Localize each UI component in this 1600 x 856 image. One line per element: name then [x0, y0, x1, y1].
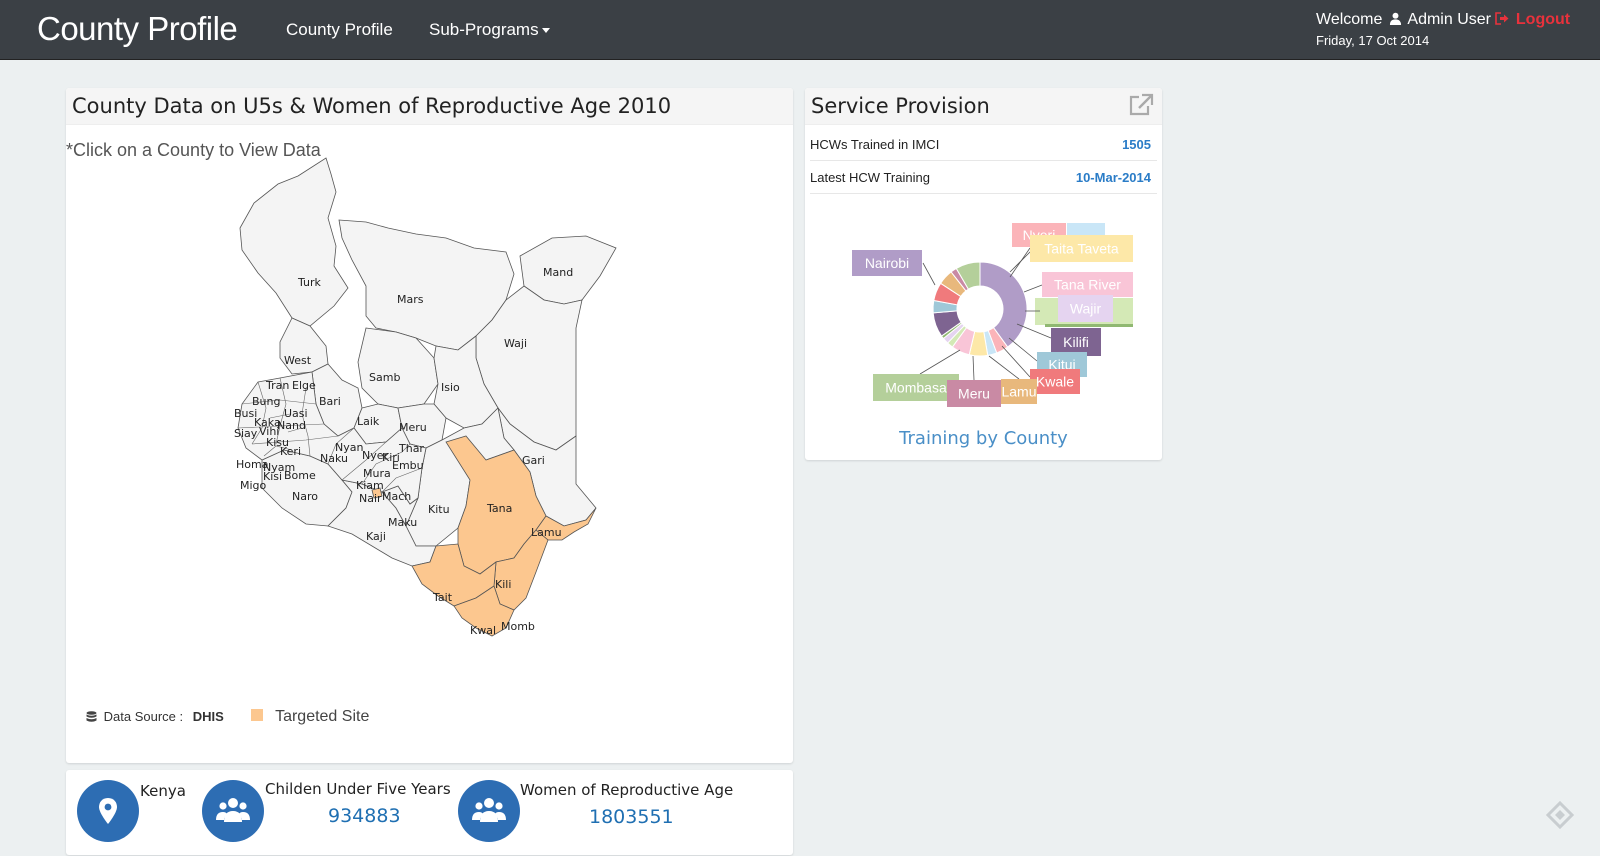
targeted-site-swatch	[251, 709, 264, 721]
county-label-meru: Meru	[399, 421, 427, 434]
county-label-embu: Embu	[392, 459, 424, 472]
county-label-waji: Waji	[504, 337, 527, 350]
county-data-panel: County Data on U5s & Women of Reproducti…	[66, 88, 793, 763]
location-badge	[77, 780, 139, 842]
county-label-siay: Siay	[234, 427, 258, 440]
county-label-migo: Migo	[240, 479, 267, 492]
group-icon	[216, 798, 250, 822]
map-marker-icon	[99, 798, 117, 824]
county-label-momb: Momb	[501, 620, 535, 633]
county-label-mand: Mand	[543, 266, 573, 279]
county-label-bari: Bari	[319, 395, 341, 408]
children-under-five-label: Childen Under Five Years	[265, 780, 451, 798]
callout-label: Wajir	[1070, 301, 1102, 317]
children-under-five-value: 934883	[328, 805, 401, 827]
targeted-site-label: Targeted Site	[275, 708, 370, 725]
user-name: Admin User	[1407, 11, 1491, 28]
population-stats-panel: Kenya Childen Under Five Years 934883 Wo…	[66, 770, 793, 855]
county-label-nand: Nand	[277, 419, 306, 432]
county-label-tran: Tran	[265, 379, 289, 392]
county-label-kaji: Kaji	[366, 530, 386, 543]
callout-backdrop-2	[1045, 324, 1133, 327]
nav-county-profile[interactable]: County Profile	[286, 20, 393, 40]
county-label-isio: Isio	[441, 381, 460, 394]
welcome-label: Welcome	[1316, 11, 1383, 28]
callout-line	[1023, 284, 1043, 293]
donut-callouts: NairobiNyeriTaita TavetaTana RiverWajirK…	[852, 223, 1133, 407]
county-label-kiam: Kiam	[356, 479, 384, 492]
location-name: Kenya	[140, 782, 186, 800]
callout-line	[1008, 337, 1038, 362]
map-legend: Data Source : DHIS Targeted Site	[86, 708, 369, 726]
county-label-mach: Mach	[382, 490, 411, 503]
callout-label: Tana River	[1054, 277, 1121, 293]
nav-sub-programs-label: Sub-Programs	[429, 20, 539, 39]
callout-line	[922, 262, 936, 286]
kenya-county-map[interactable]: TurkMarsMandWajiWestSambIsioTran ElgeBung…	[66, 88, 793, 763]
county-label-elge: Elge	[292, 379, 316, 392]
data-source-value: DHIS	[192, 709, 224, 724]
county-label-tana: Tana	[486, 502, 512, 515]
county-label-naro: Naro	[292, 490, 318, 503]
county-turkana[interactable]	[239, 157, 349, 327]
county-label-kili: Kili	[495, 578, 511, 591]
county-label-kitu: Kitu	[428, 503, 450, 516]
county-label-tait: Tait	[432, 591, 453, 604]
training-donut-chart[interactable]: NairobiNyeriTaita TavetaTana RiverWajirK…	[805, 88, 1162, 428]
callout-label: Kwale	[1036, 374, 1074, 390]
logout-icon[interactable]	[1495, 12, 1509, 25]
county-label-thar: Thar	[398, 442, 424, 455]
service-provision-panel: Service Provision HCWs Trained in IMCI 1…	[805, 88, 1162, 460]
callout-label: Nairobi	[865, 255, 909, 271]
callout-line	[1009, 247, 1031, 278]
app-brand[interactable]: County Profile	[37, 10, 238, 48]
women-badge	[458, 780, 520, 842]
county-label-turk: Turk	[297, 276, 322, 289]
logout-link[interactable]: Logout	[1516, 11, 1570, 28]
county-label-laik: Laik	[357, 415, 380, 428]
data-source-label: Data Source :	[103, 709, 184, 724]
county-label-gari: Gari	[522, 454, 545, 467]
callout-label: Meru	[958, 386, 990, 402]
callout-label: Mombasa	[885, 380, 947, 396]
callout-line	[1001, 345, 1031, 378]
group-icon	[472, 798, 506, 822]
callout-label: Taita Taveta	[1044, 241, 1119, 257]
county-label-maku: Maku	[388, 516, 417, 529]
county-label-mars: Mars	[397, 293, 424, 306]
county-label-west: West	[284, 354, 312, 367]
database-icon	[86, 711, 97, 722]
callout-label: Lamu	[1001, 384, 1036, 400]
county-label-kerr: Keri	[280, 445, 301, 458]
callout-line	[972, 355, 975, 381]
county-label-bome: Bome	[284, 469, 316, 482]
chart-title: Training by County	[899, 428, 1068, 449]
women-reproductive-age-label: Women of Reproductive Age	[520, 781, 734, 799]
women-reproductive-age-value: 1803551	[589, 806, 674, 828]
county-label-kwal: Kwal	[470, 624, 496, 637]
county-label-samb: Samb	[369, 371, 400, 384]
county-label-nair: Nair	[359, 492, 382, 505]
chevron-down-icon	[541, 28, 550, 34]
user-icon	[1389, 12, 1401, 25]
feedback-icon[interactable]	[1545, 800, 1575, 830]
donut-slices	[932, 261, 1028, 357]
current-date: Friday, 17 Oct 2014	[1316, 33, 1430, 48]
callout-label: Kilifi	[1063, 334, 1089, 350]
county-label-naku: Naku	[320, 452, 348, 465]
county-label-lamu: Lamu	[531, 526, 562, 539]
nav-sub-programs[interactable]: Sub-Programs	[429, 20, 550, 40]
callout-line	[919, 349, 961, 375]
top-navbar: County Profile County Profile Sub-Progra…	[0, 0, 1600, 60]
children-badge	[202, 780, 264, 842]
welcome-block: Welcome Admin User Logout	[1316, 11, 1570, 29]
